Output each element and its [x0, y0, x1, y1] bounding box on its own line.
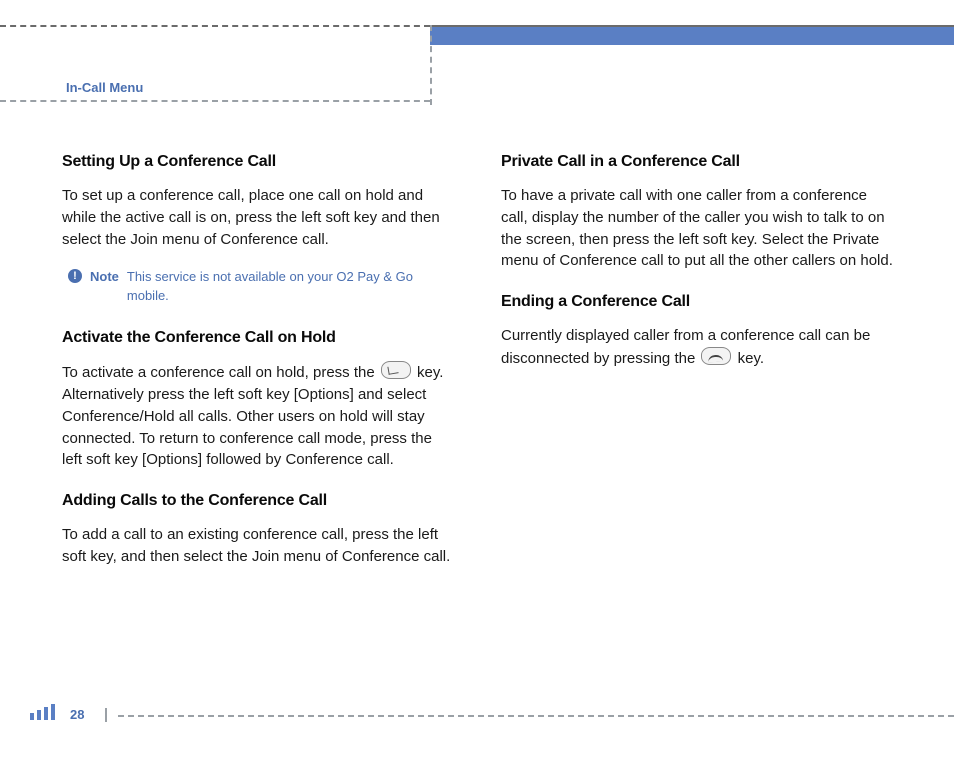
note-icon: ! — [68, 269, 82, 283]
note-text: This service is not available on your O2… — [127, 268, 455, 306]
para-adding-calls: To add a call to an existing conference … — [62, 524, 455, 568]
note-label: Note — [90, 268, 119, 287]
header-divider-horizontal — [0, 100, 430, 102]
para-activate-hold: To activate a conference call on hold, p… — [62, 361, 455, 471]
para-setting-up: To set up a conference call, place one c… — [62, 185, 455, 250]
end-key-icon — [701, 347, 731, 365]
header-blue-bar — [430, 27, 954, 45]
heading-ending-call: Ending a Conference Call — [501, 290, 894, 313]
page-footer: 28 — [0, 700, 954, 724]
footer-dash — [118, 715, 954, 717]
right-column: Private Call in a Conference Call To hav… — [501, 150, 894, 586]
manual-page: In-Call Menu Setting Up a Conference Cal… — [0, 0, 954, 764]
page-number: 28 — [70, 707, 84, 722]
send-key-icon — [381, 361, 411, 379]
header-dash-left — [0, 25, 430, 27]
heading-activate-hold: Activate the Conference Call on Hold — [62, 326, 455, 349]
footer-signal-icon — [30, 704, 55, 720]
para-ending-call: Currently displayed caller from a confer… — [501, 325, 894, 370]
text-fragment: To activate a conference call on hold, p… — [62, 364, 379, 381]
footer-tick — [105, 708, 107, 722]
heading-adding-calls: Adding Calls to the Conference Call — [62, 489, 455, 512]
text-fragment: key. — [738, 350, 764, 367]
header-divider-vertical — [430, 25, 432, 105]
para-private-call: To have a private call with one caller f… — [501, 185, 894, 272]
section-title: In-Call Menu — [66, 80, 143, 95]
heading-private-call: Private Call in a Conference Call — [501, 150, 894, 173]
content-columns: Setting Up a Conference Call To set up a… — [62, 150, 894, 586]
note-block: ! Note This service is not available on … — [68, 268, 455, 306]
heading-setting-up: Setting Up a Conference Call — [62, 150, 455, 173]
left-column: Setting Up a Conference Call To set up a… — [62, 150, 455, 586]
text-fragment: Currently displayed caller from a confer… — [501, 327, 870, 367]
